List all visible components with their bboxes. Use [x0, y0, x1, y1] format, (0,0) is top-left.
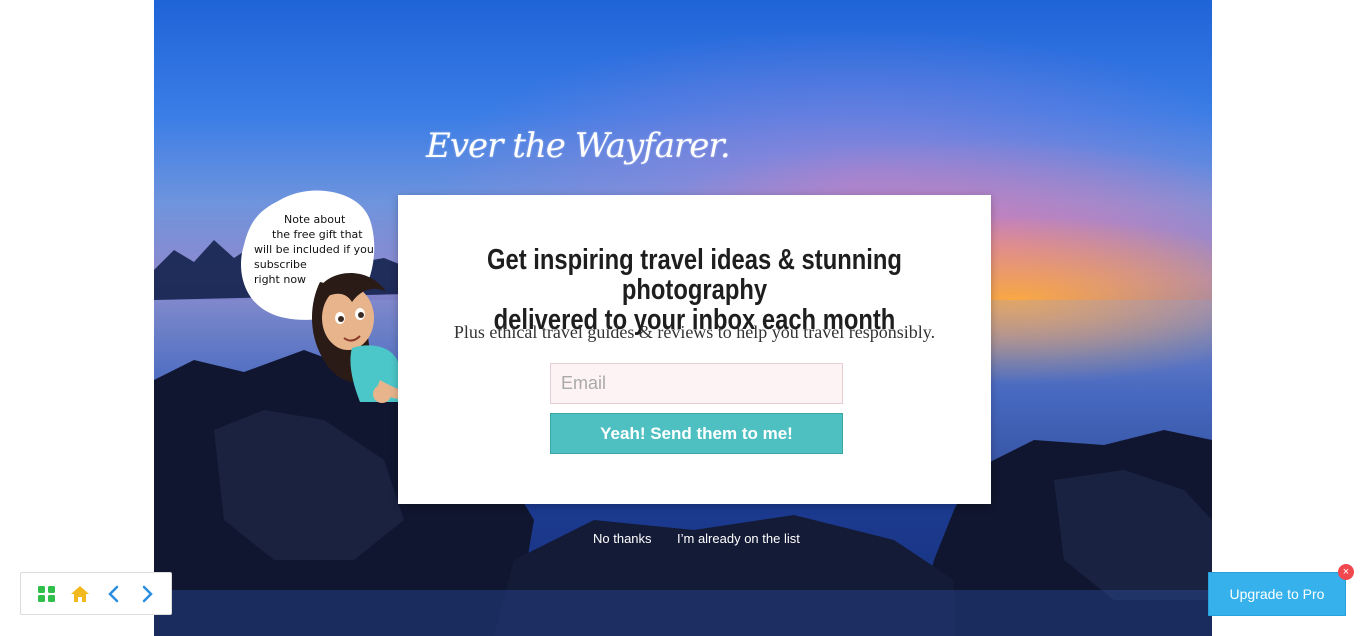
- home-icon[interactable]: [70, 584, 90, 604]
- chevron-right-icon[interactable]: [137, 584, 157, 604]
- bottom-toolbar: [20, 572, 172, 615]
- upgrade-to-pro-button[interactable]: Upgrade to Pro: [1208, 572, 1346, 616]
- bubble-line: Note about: [284, 213, 346, 226]
- close-icon[interactable]: ×: [1338, 564, 1354, 580]
- email-field[interactable]: [550, 363, 843, 404]
- bubble-line: will be included if you: [254, 243, 374, 256]
- headline-line-1: Get inspiring travel ideas & stunning ph…: [487, 244, 902, 306]
- bubble-line: the free gift that: [272, 228, 363, 241]
- chevron-left-icon[interactable]: [104, 584, 124, 604]
- grid-icon[interactable]: [37, 584, 57, 604]
- signup-popup: Get inspiring travel ideas & stunning ph…: [398, 195, 991, 504]
- no-thanks-link[interactable]: No thanks: [593, 531, 652, 546]
- subscribe-button[interactable]: Yeah! Send them to me!: [550, 413, 843, 454]
- already-subscribed-link[interactable]: I’m already on the list: [677, 531, 800, 546]
- popup-subline: Plus ethical travel guides & reviews to …: [453, 322, 936, 342]
- site-logo: Ever the Wayfarer.: [426, 126, 731, 166]
